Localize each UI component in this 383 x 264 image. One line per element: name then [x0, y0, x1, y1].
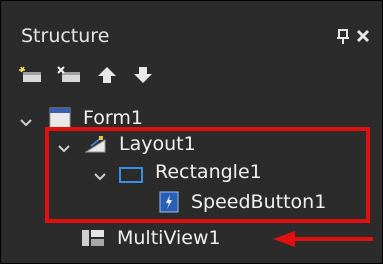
- tree-node-form1[interactable]: Form1: [1, 105, 382, 131]
- move-up-button[interactable]: [91, 63, 121, 87]
- tree-node-label: Layout1: [119, 133, 196, 155]
- move-down-button[interactable]: [127, 63, 157, 87]
- close-icon[interactable]: [356, 28, 370, 44]
- panel-header: Structure: [1, 1, 382, 59]
- delete-item-button[interactable]: [53, 63, 83, 87]
- move-down-icon: [134, 67, 152, 83]
- structure-panel: Structure Form1 Layout1 Rectangle1 Speed…: [0, 0, 383, 264]
- rectangle-icon: [119, 164, 143, 190]
- tree-node-label: Rectangle1: [155, 161, 262, 183]
- tree-node-label: SpeedButton1: [191, 191, 327, 213]
- tree-node-layout1[interactable]: Layout1: [1, 131, 382, 157]
- tree-node-label: Form1: [83, 107, 143, 129]
- tree-node-label: MultiView1: [117, 227, 221, 249]
- new-item-button[interactable]: [15, 63, 45, 87]
- chevron-down-icon[interactable]: [57, 137, 71, 153]
- panel-title: Structure: [21, 25, 110, 47]
- layout-icon: [84, 134, 107, 161]
- chevron-down-icon[interactable]: [93, 165, 107, 181]
- speedbutton-icon: [159, 191, 179, 220]
- tree-node-speedbutton1[interactable]: SpeedButton1: [1, 189, 382, 215]
- new-item-icon: [19, 66, 41, 82]
- multiview-icon: [81, 228, 105, 255]
- tree-node-rectangle1[interactable]: Rectangle1: [1, 159, 382, 185]
- arrow-annotation: [273, 231, 373, 247]
- structure-toolbar: [15, 63, 215, 87]
- chevron-down-icon[interactable]: [19, 111, 33, 127]
- pin-icon[interactable]: [336, 29, 350, 45]
- delete-item-icon: [57, 66, 80, 82]
- move-up-icon: [98, 67, 116, 83]
